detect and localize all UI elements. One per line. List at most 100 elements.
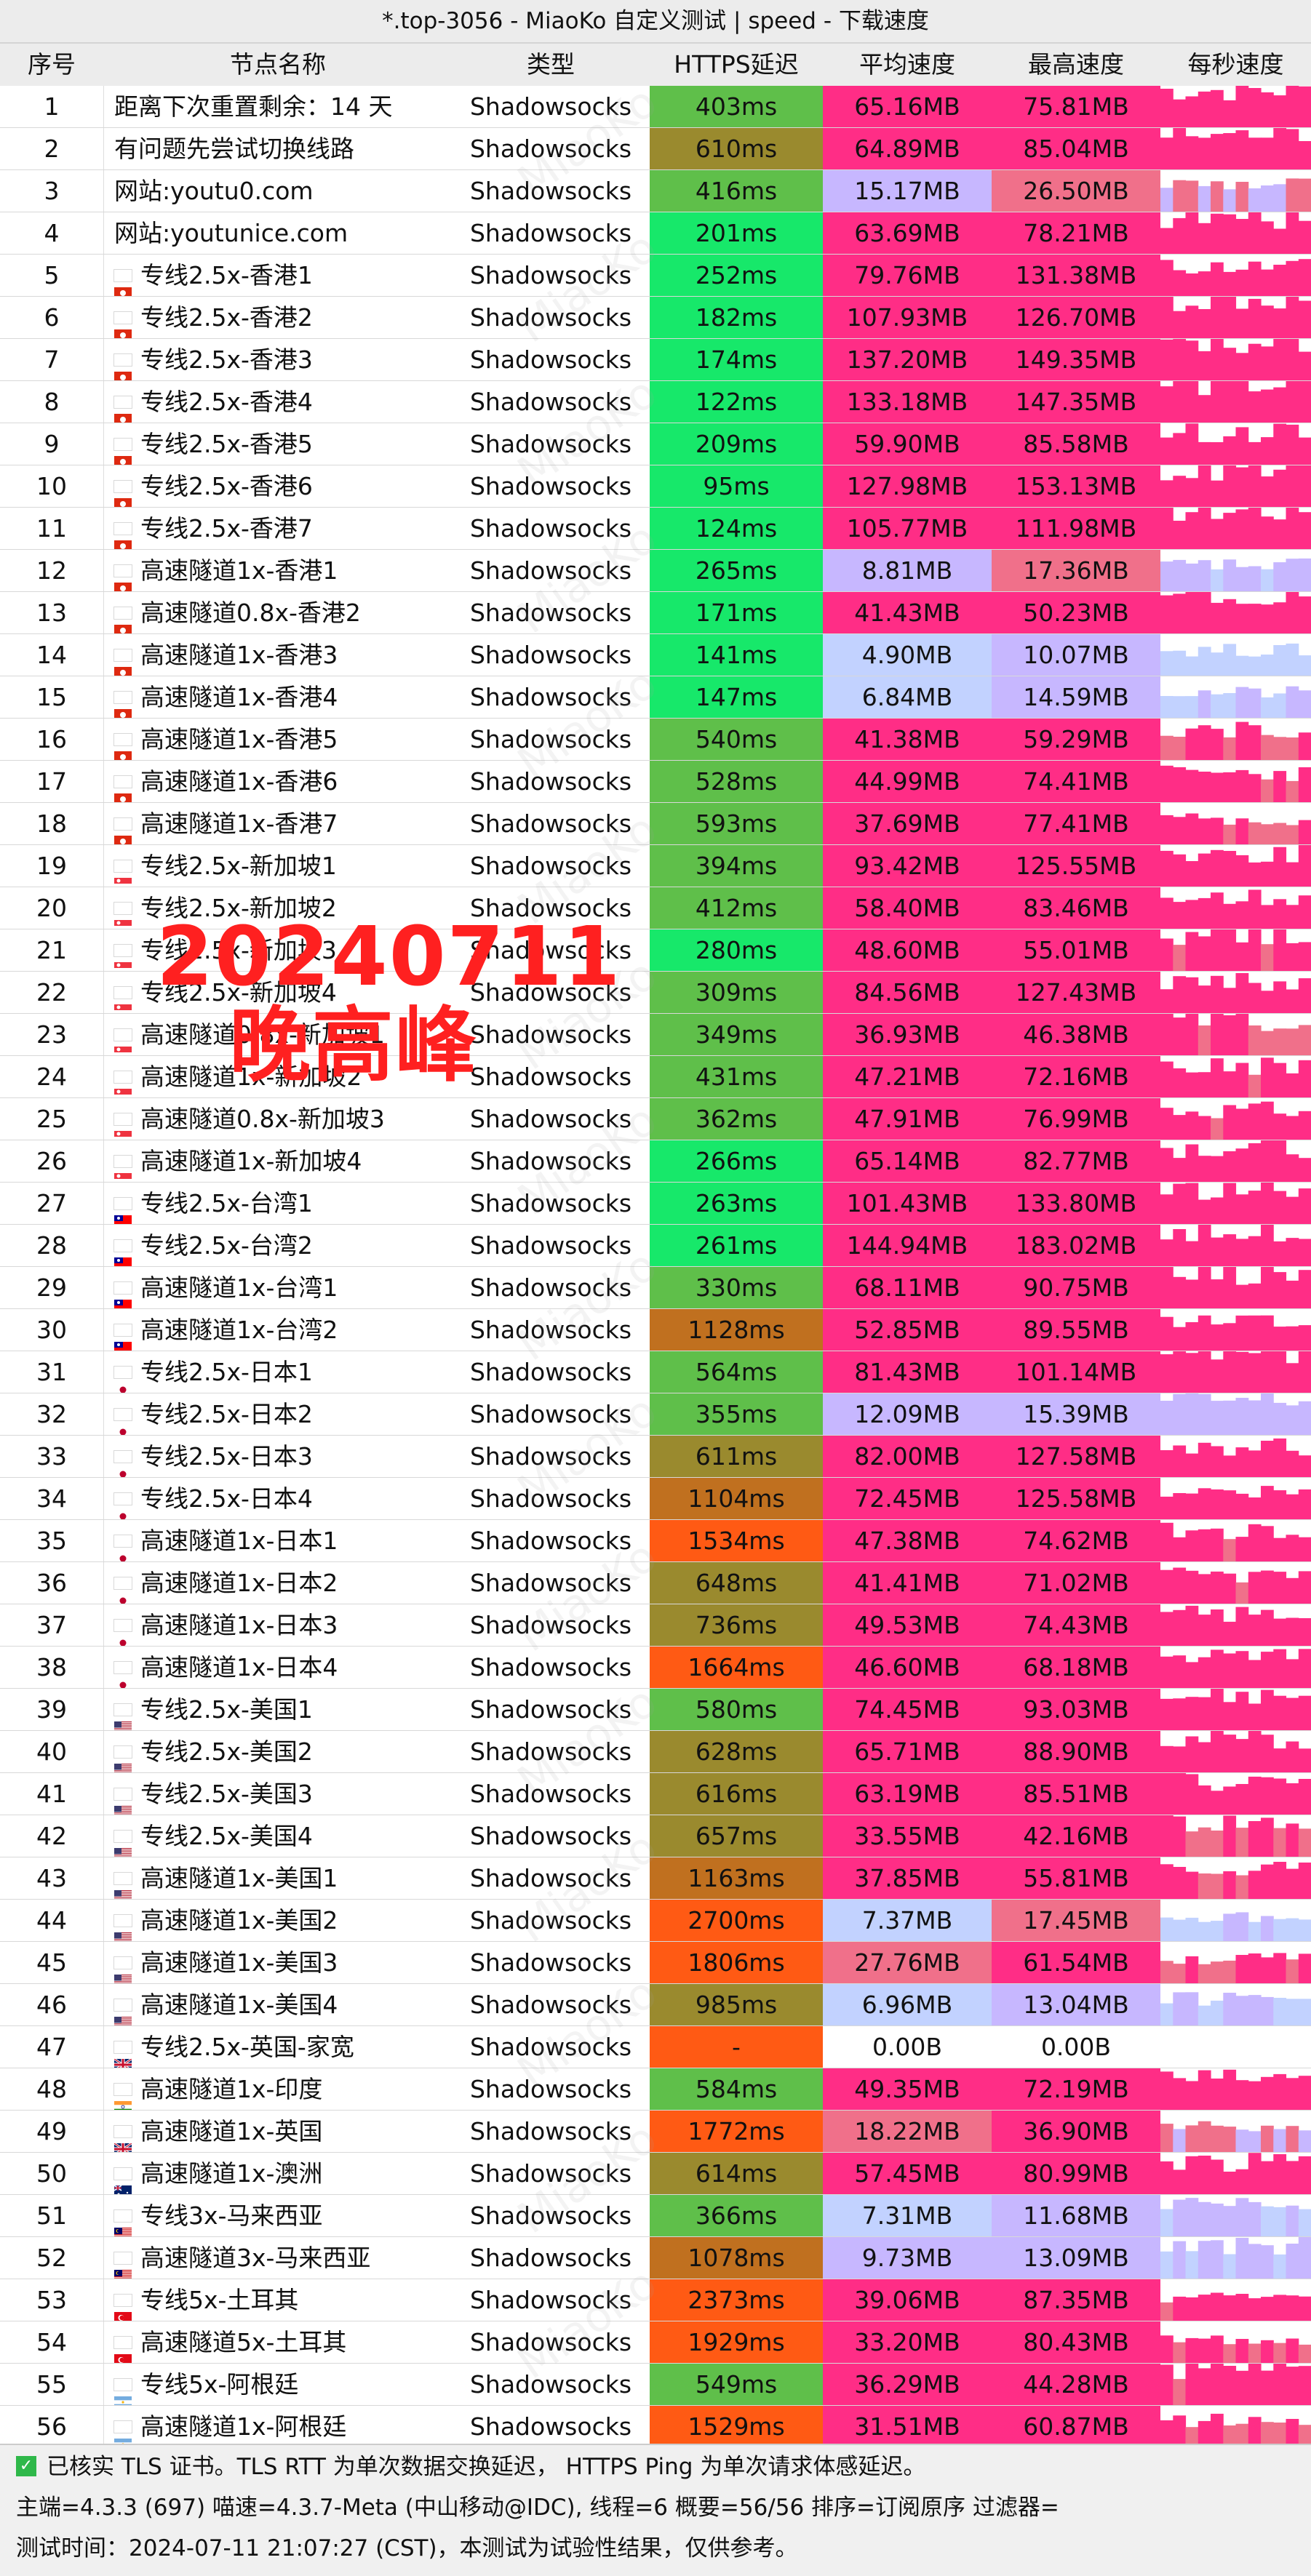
- flag-jp-icon: [114, 1535, 132, 1561]
- max-speed: 0.00B: [992, 2026, 1160, 2068]
- sparkline-bar: [1248, 2298, 1262, 2321]
- table-row[interactable]: 22 专线2.5x-新加坡4 Shadowsocks 309ms 84.56MB 127.…: [0, 972, 1311, 1014]
- table-row[interactable]: 29 高速隧道1x-台湾1 Shadowsocks 330ms 68.11MB 90.75…: [0, 1267, 1311, 1309]
- sparkline-bar: [1185, 2081, 1199, 2110]
- table-row[interactable]: 2 有问题先尝试切换线路 Shadowsocks 610ms 64.89MB 85.04M…: [0, 128, 1311, 170]
- table-row[interactable]: 35 高速隧道1x-日本1 Shadowsocks 1534ms 47.38MB 74.6…: [0, 1520, 1311, 1562]
- table-row[interactable]: 34 专线2.5x-日本4 Shadowsocks 1104ms 72.45MB 125.…: [0, 1478, 1311, 1520]
- table-row[interactable]: 19 专线2.5x-新加坡1 Shadowsocks 394ms 93.42MB 125.…: [0, 845, 1311, 887]
- sparkline-bar: [1248, 212, 1262, 254]
- table-row[interactable]: 1 距离下次重置剩余：14 天 Shadowsocks 403ms 65.16MB 75.…: [0, 86, 1311, 128]
- sparkline-bar: [1298, 820, 1311, 844]
- sparkline-bar: [1185, 381, 1199, 423]
- table-row[interactable]: 25 高速隧道0.8x-新加坡3 Shadowsocks 362ms 47.91MB 76…: [0, 1098, 1311, 1140]
- col-header-per-second-speed[interactable]: 每秒速度: [1160, 44, 1311, 86]
- table-row[interactable]: 53 专线5x-土耳其 Shadowsocks 2373ms 39.06MB 87.35M…: [0, 2279, 1311, 2321]
- sparkline-bar: [1185, 1530, 1199, 1561]
- table-row[interactable]: 32 专线2.5x-日本2 Shadowsocks 355ms 12.09MB 15.39…: [0, 1393, 1311, 1436]
- table-row[interactable]: 10 专线2.5x-香港6 Shadowsocks 95ms 127.98MB 153.1…: [0, 465, 1311, 508]
- table-row[interactable]: 41 专线2.5x-美国3 Shadowsocks 616ms 63.19MB 85.51…: [0, 1773, 1311, 1815]
- sparkline-bar: [1286, 905, 1299, 929]
- table-row[interactable]: 21 专线2.5x-新加坡3 Shadowsocks 280ms 48.60MB 55.0…: [0, 929, 1311, 972]
- table-row[interactable]: 15 高速隧道1x-香港4 Shadowsocks 147ms 6.84MB 14.59M…: [0, 676, 1311, 719]
- sparkline-bar: [1173, 1351, 1187, 1393]
- sparkline-bar: [1223, 436, 1237, 465]
- table-row[interactable]: 40 专线2.5x-美国2 Shadowsocks 628ms 65.71MB 88.90…: [0, 1731, 1311, 1773]
- table-row[interactable]: 42 专线2.5x-美国4 Shadowsocks 657ms 33.55MB 42.16…: [0, 1815, 1311, 1857]
- table-row[interactable]: 39 专线2.5x-美国1 Shadowsocks 580ms 74.45MB 93.03…: [0, 1689, 1311, 1731]
- per-second-speed-sparkline: [1160, 1056, 1311, 1097]
- sparkline-bar: [1198, 1488, 1211, 1519]
- node-name-text: 专线2.5x-美国1: [140, 1695, 313, 1724]
- table-row[interactable]: 13 高速隧道0.8x-香港2 Shadowsocks 171ms 41.43MB 50.…: [0, 592, 1311, 634]
- node-name: 专线2.5x-香港3: [104, 339, 452, 380]
- https-latency: 355ms: [650, 1393, 823, 1435]
- table-row[interactable]: 45 高速隧道1x-美国3 Shadowsocks 1806ms 27.76MB 61.5…: [0, 1942, 1311, 1984]
- sparkline-bar: [1298, 1919, 1311, 1941]
- table-row[interactable]: 50 高速隧道1x-澳洲 Shadowsocks 614ms 57.45MB 80.99M…: [0, 2153, 1311, 2195]
- table-row[interactable]: 12 高速隧道1x-香港1 Shadowsocks 265ms 8.81MB 17.36M…: [0, 550, 1311, 592]
- table-row[interactable]: 26 高速隧道1x-新加坡4 Shadowsocks 266ms 65.14MB 82.7…: [0, 1140, 1311, 1183]
- node-type: Shadowsocks: [469, 683, 632, 711]
- table-row[interactable]: 33 专线2.5x-日本3 Shadowsocks 611ms 82.00MB 127.5…: [0, 1436, 1311, 1478]
- sparkline-bar: [1198, 897, 1211, 929]
- sparkline-bar: [1248, 1871, 1262, 1899]
- table-row[interactable]: 54 高速隧道5x-土耳其 Shadowsocks 1929ms 33.20MB 80.4…: [0, 2321, 1311, 2364]
- table-row[interactable]: 7 专线2.5x-香港3 Shadowsocks 174ms 137.20MB 149.3…: [0, 339, 1311, 381]
- avg-speed: 47.91MB: [823, 1098, 992, 1140]
- table-row[interactable]: 16 高速隧道1x-香港5 Shadowsocks 540ms 41.38MB 59.29…: [0, 719, 1311, 761]
- table-row[interactable]: 28 专线2.5x-台湾2 Shadowsocks 261ms 144.94MB 183.…: [0, 1225, 1311, 1267]
- row-index: 25: [0, 1098, 104, 1140]
- table-row[interactable]: 9 专线2.5x-香港5 Shadowsocks 209ms 59.90MB 85.58M…: [0, 423, 1311, 465]
- table-row[interactable]: 17 高速隧道1x-香港6 Shadowsocks 528ms 44.99MB 74.41…: [0, 761, 1311, 803]
- table-row[interactable]: 23 高速隧道0.8x-新加坡1 Shadowsocks 349ms 36.93MB 46…: [0, 1014, 1311, 1056]
- table-row[interactable]: 43 高速隧道1x-美国1 Shadowsocks 1163ms 37.85MB 55.8…: [0, 1857, 1311, 1900]
- col-header-max-speed[interactable]: 最高速度: [992, 44, 1160, 86]
- table-row[interactable]: 5 专线2.5x-香港1 Shadowsocks 252ms 79.76MB 131.38…: [0, 255, 1311, 297]
- table-row[interactable]: 46 高速隧道1x-美国4 Shadowsocks 985ms 6.96MB 13.04M…: [0, 1984, 1311, 2026]
- sparkline-bar: [1185, 305, 1199, 338]
- table-row[interactable]: 18 高速隧道1x-香港7 Shadowsocks 593ms 37.69MB 77.41…: [0, 803, 1311, 845]
- flag-in-icon: [114, 2084, 132, 2110]
- table-row[interactable]: 44 高速隧道1x-美国2 Shadowsocks 2700ms 7.37MB 17.45…: [0, 1900, 1311, 1942]
- node-name: 高速隧道1x-台湾2: [104, 1309, 452, 1351]
- col-header-type[interactable]: 类型: [452, 44, 650, 86]
- row-index: 23: [0, 1014, 104, 1055]
- table-row[interactable]: 27 专线2.5x-台湾1 Shadowsocks 263ms 101.43MB 133.…: [0, 1183, 1311, 1225]
- sparkline-bar: [1298, 465, 1311, 507]
- col-header-index[interactable]: 序号: [0, 44, 103, 86]
- table-row[interactable]: 30 高速隧道1x-台湾2 Shadowsocks 1128ms 52.85MB 89.5…: [0, 1309, 1311, 1351]
- sparkline-chart: [1160, 1267, 1311, 1308]
- sparkline-bar: [1211, 1156, 1224, 1182]
- sparkline-chart: [1160, 1438, 1311, 1477]
- table-row[interactable]: 14 高速隧道1x-香港3 Shadowsocks 141ms 4.90MB 10.07M…: [0, 634, 1311, 676]
- table-row[interactable]: 38 高速隧道1x-日本4 Shadowsocks 1664ms 46.60MB 68.1…: [0, 1647, 1311, 1689]
- table-row[interactable]: 31 专线2.5x-日本1 Shadowsocks 564ms 81.43MB 101.1…: [0, 1351, 1311, 1393]
- table-row[interactable]: 47 专线2.5x-英国-家宽 Shadowsocks -0.00B 0.00B: [0, 2026, 1311, 2068]
- sparkline-bar: [1261, 1916, 1274, 1941]
- sparkline-bar: [1160, 2302, 1173, 2321]
- table-row[interactable]: 20 专线2.5x-新加坡2 Shadowsocks 412ms 58.40MB 83.4…: [0, 887, 1311, 929]
- table-row[interactable]: 56 高速隧道1x-阿根廷 Shadowsocks 1529ms 31.51MB 60.8…: [0, 2406, 1311, 2448]
- per-second-speed-sparkline: [1160, 634, 1311, 676]
- sparkline-bar: [1261, 1609, 1274, 1646]
- table-row[interactable]: 36 高速隧道1x-日本2 Shadowsocks 648ms 41.41MB 71.02…: [0, 1562, 1311, 1604]
- per-second-speed-sparkline: [1160, 128, 1311, 169]
- table-row[interactable]: 37 高速隧道1x-日本3 Shadowsocks 736ms 49.53MB 74.43…: [0, 1604, 1311, 1647]
- table-row[interactable]: 48 高速隧道1x-印度 Shadowsocks 584ms 49.35MB 72.19M…: [0, 2068, 1311, 2111]
- col-header-avg-speed[interactable]: 平均速度: [823, 44, 992, 86]
- table-row[interactable]: 6 专线2.5x-香港2 Shadowsocks 182ms 107.93MB 126.7…: [0, 297, 1311, 339]
- table-row[interactable]: 51 专线3x-马来西亚 Shadowsocks 366ms 7.31MB 11.68MB: [0, 2195, 1311, 2237]
- sparkline-bar: [1298, 978, 1311, 1013]
- sparkline-bar: [1223, 1267, 1237, 1308]
- table-row[interactable]: 49 高速隧道1x-英国 Shadowsocks 1772ms 18.22MB 36.90…: [0, 2111, 1311, 2153]
- col-header-node-name[interactable]: 节点名称: [104, 44, 452, 86]
- table-row[interactable]: 24 高速隧道1x-新加坡2 Shadowsocks 431ms 47.21MB 72.1…: [0, 1056, 1311, 1098]
- table-row[interactable]: 52 高速隧道3x-马来西亚 Shadowsocks 1078ms 9.73MB 13.0…: [0, 2237, 1311, 2279]
- table-row[interactable]: 4 网站:youtunice.com Shadowsocks 201ms 63.69MB…: [0, 212, 1311, 255]
- table-row[interactable]: 11 专线2.5x-香港7 Shadowsocks 124ms 105.77MB 111.…: [0, 508, 1311, 550]
- table-row[interactable]: 8 专线2.5x-香港4 Shadowsocks 122ms 133.18MB 147.3…: [0, 381, 1311, 423]
- col-header-https-latency[interactable]: HTTPS延迟: [650, 44, 823, 86]
- table-row[interactable]: 3 网站:youtu0.com Shadowsocks 416ms 15.17MB 26.…: [0, 170, 1311, 212]
- table-row[interactable]: 55 专线5x-阿根廷 Shadowsocks 549ms 36.29MB 44.28MB: [0, 2364, 1311, 2406]
